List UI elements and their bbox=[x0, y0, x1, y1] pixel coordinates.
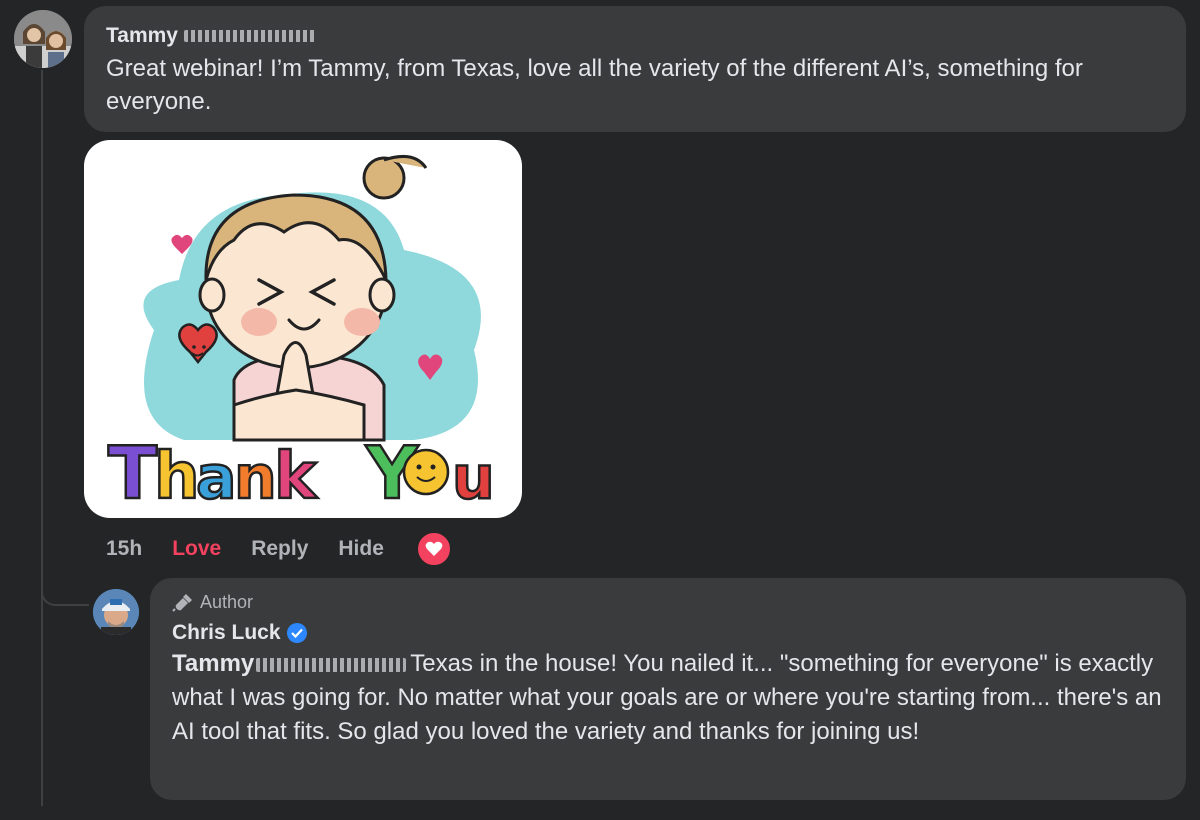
verified-badge-icon bbox=[286, 623, 307, 643]
avatar[interactable] bbox=[14, 10, 72, 68]
comment-text: Great webinar! I’m Tammy, from Texas, lo… bbox=[106, 55, 1083, 115]
svg-text:u: u bbox=[452, 443, 495, 513]
author-badge: Author bbox=[172, 590, 1164, 614]
comment-author[interactable]: Tammy bbox=[106, 23, 1164, 49]
thank-you-sticker[interactable]: T h a n k Y u bbox=[84, 140, 522, 518]
reply-text: Tammy Texas in the house! You nailed it..… bbox=[172, 647, 1164, 749]
comment-timestamp[interactable]: 15h bbox=[106, 537, 142, 561]
svg-text:n: n bbox=[234, 443, 277, 513]
avatar[interactable] bbox=[93, 589, 139, 635]
reply-bubble: Author Chris Luck Tammy Texas in the hous… bbox=[150, 578, 1186, 800]
reply-author[interactable]: Chris Luck bbox=[172, 620, 1164, 646]
comment-author-name[interactable]: Tammy bbox=[106, 23, 178, 49]
reply-connector bbox=[41, 560, 89, 606]
love-button[interactable]: Love bbox=[172, 537, 221, 561]
svg-text:a: a bbox=[196, 443, 237, 513]
thread-line bbox=[41, 70, 43, 806]
author-badge-label: Author bbox=[200, 592, 254, 612]
microphone-icon bbox=[172, 594, 192, 612]
heart-icon[interactable] bbox=[415, 531, 452, 567]
redacted-surname bbox=[183, 30, 316, 42]
comment-actions: 15h Love Reply Hide bbox=[106, 531, 452, 567]
hide-button[interactable]: Hide bbox=[338, 537, 384, 561]
svg-text:h: h bbox=[154, 440, 200, 514]
svg-text:k: k bbox=[274, 440, 318, 514]
reply-author-name[interactable]: Chris Luck bbox=[172, 620, 281, 646]
svg-text:T: T bbox=[108, 431, 157, 515]
comment-bubble: Tammy Great webinar! I’m Tammy, from Tex… bbox=[84, 6, 1186, 132]
reply-button[interactable]: Reply bbox=[251, 537, 308, 561]
mention-link[interactable]: Tammy bbox=[172, 650, 254, 677]
redacted-mention-surname bbox=[256, 657, 407, 672]
